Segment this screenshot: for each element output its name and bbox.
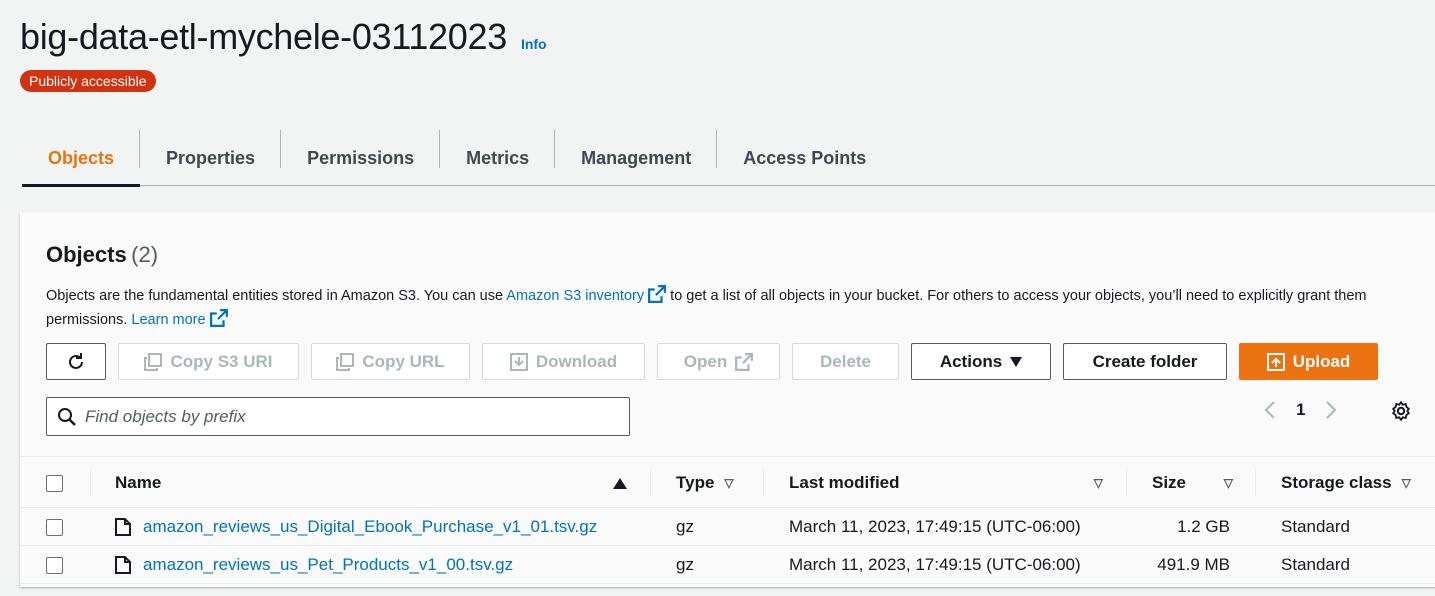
storage-class-cell: Standard: [1281, 517, 1350, 536]
external-link-icon: [735, 352, 754, 371]
description-text: Objects are the fundamental entities sto…: [46, 288, 507, 304]
row-checkbox[interactable]: [46, 556, 63, 574]
upload-button[interactable]: Upload: [1239, 343, 1378, 380]
name-header-label: Name: [115, 473, 162, 492]
tab-properties[interactable]: Properties: [140, 130, 282, 186]
refresh-button[interactable]: [46, 343, 106, 380]
column-header-name[interactable]: Name: [115, 457, 627, 509]
column-divider: [1255, 469, 1256, 497]
object-name-link[interactable]: amazon_reviews_us_Digital_Ebook_Purchase…: [143, 517, 597, 537]
file-icon: [115, 518, 131, 536]
column-header-type[interactable]: Type ▽: [676, 457, 734, 509]
copy-icon: [336, 352, 355, 371]
objects-count: (2): [131, 242, 159, 267]
copy-s3-uri-label: Copy S3 URI: [170, 351, 273, 371]
object-name-link[interactable]: amazon_reviews_us_Pet_Products_v1_00.tsv…: [143, 555, 513, 575]
gear-icon[interactable]: [1390, 400, 1412, 422]
bucket-tabs: Objects Properties Permissions Metrics M…: [22, 130, 1435, 187]
last-modified-cell: March 11, 2023, 17:49:15 (UTC-06:00): [789, 517, 1081, 536]
actions-dropdown[interactable]: Actions: [911, 343, 1051, 380]
public-access-badge: Publicly accessible: [20, 70, 156, 92]
learn-more-link[interactable]: Learn more: [131, 312, 205, 328]
open-button[interactable]: Open: [657, 343, 780, 380]
table-header: Name Type ▽ Last modified ▽ Size ▽ Storage …: [20, 456, 1435, 508]
type-cell: gz: [676, 555, 694, 574]
copy-url-button[interactable]: Copy URL: [311, 343, 470, 380]
actions-label: Actions: [939, 351, 1003, 371]
objects-description: Objects are the fundamental entities sto…: [46, 284, 1386, 332]
objects-table: Name Type ▽ Last modified ▽ Size ▽ Storage …: [20, 456, 1435, 584]
size-header-label: Size: [1152, 473, 1187, 492]
last-modified-cell: March 11, 2023, 17:49:15 (UTC-06:00): [789, 555, 1081, 574]
copy-s3-uri-button[interactable]: Copy S3 URI: [118, 343, 299, 380]
select-all-checkbox[interactable]: [46, 474, 63, 492]
row-checkbox[interactable]: [46, 518, 63, 536]
delete-button[interactable]: Delete: [792, 343, 899, 380]
info-link[interactable]: Info: [521, 36, 547, 52]
copy-url-label: Copy URL: [362, 351, 445, 371]
type-cell: gz: [676, 517, 694, 536]
storage-class-cell: Standard: [1281, 555, 1350, 574]
size-cell: 1.2 GB: [1177, 517, 1230, 536]
storage-class-header-label: Storage class: [1281, 473, 1392, 492]
open-label: Open: [683, 351, 728, 371]
column-divider: [1126, 469, 1127, 497]
tab-permissions[interactable]: Permissions: [281, 130, 441, 186]
row-select-cell: [46, 546, 63, 584]
name-cell: amazon_reviews_us_Digital_Ebook_Purchase…: [115, 508, 597, 546]
objects-title: Objects: [46, 242, 127, 267]
column-divider: [650, 469, 651, 497]
copy-icon: [144, 352, 163, 371]
search-icon: [58, 407, 76, 426]
objects-panel: Objects (2) Objects are the fundamental …: [20, 212, 1435, 587]
objects-header: Objects (2): [46, 242, 158, 268]
name-cell: amazon_reviews_us_Pet_Products_v1_00.tsv…: [115, 546, 513, 584]
download-icon: [509, 352, 528, 371]
sort-ascending-icon: [613, 477, 627, 489]
download-label: Download: [535, 351, 618, 371]
current-page[interactable]: 1: [1296, 400, 1305, 420]
tab-access-points[interactable]: Access Points: [717, 130, 892, 186]
table-row[interactable]: amazon_reviews_us_Digital_Ebook_Purchase…: [20, 508, 1435, 546]
objects-toolbar: Copy S3 URI Copy URL Download Open Delet…: [46, 343, 1378, 380]
tab-management[interactable]: Management: [555, 130, 718, 186]
delete-label: Delete: [819, 351, 872, 371]
sort-icon: ▽: [1093, 476, 1103, 490]
create-folder-button[interactable]: Create folder: [1063, 343, 1227, 380]
upload-label: Upload: [1292, 351, 1351, 371]
search-box[interactable]: [46, 397, 630, 436]
column-divider: [763, 469, 764, 497]
column-header-storage-class[interactable]: Storage class ▽: [1281, 457, 1411, 509]
create-folder-label: Create folder: [1092, 351, 1198, 371]
bucket-title: big-data-etl-mychele-03112023: [20, 16, 507, 57]
sort-icon: ▽: [724, 476, 734, 490]
file-icon: [115, 556, 131, 574]
external-link-icon[interactable]: [209, 309, 228, 327]
search-input[interactable]: [85, 406, 585, 427]
column-header-size[interactable]: Size ▽: [1152, 457, 1233, 509]
page-header: big-data-etl-mychele-03112023 Info: [20, 16, 547, 58]
row-select-cell: [46, 508, 63, 546]
sort-icon: ▽: [1223, 476, 1233, 490]
type-header-label: Type: [676, 473, 715, 492]
column-divider: [90, 469, 91, 497]
caret-down-icon: [1010, 356, 1023, 367]
table-row[interactable]: amazon_reviews_us_Pet_Products_v1_00.tsv…: [20, 546, 1435, 584]
upload-icon: [1266, 352, 1285, 371]
refresh-icon: [69, 352, 83, 369]
column-header-last-modified[interactable]: Last modified ▽: [789, 457, 1103, 509]
s3-inventory-link[interactable]: Amazon S3 inventory: [506, 288, 644, 304]
select-all-cell: [46, 457, 63, 509]
chevron-left-icon[interactable]: [1264, 400, 1276, 420]
pagination: 1: [1264, 400, 1337, 420]
chevron-right-icon[interactable]: [1325, 400, 1337, 420]
download-button[interactable]: Download: [482, 343, 645, 380]
tab-metrics[interactable]: Metrics: [440, 130, 556, 186]
external-link-icon[interactable]: [648, 285, 667, 303]
size-cell: 491.9 MB: [1157, 555, 1230, 574]
last-modified-header-label: Last modified: [789, 473, 900, 492]
tab-objects[interactable]: Objects: [22, 130, 141, 187]
sort-icon: ▽: [1401, 476, 1411, 490]
